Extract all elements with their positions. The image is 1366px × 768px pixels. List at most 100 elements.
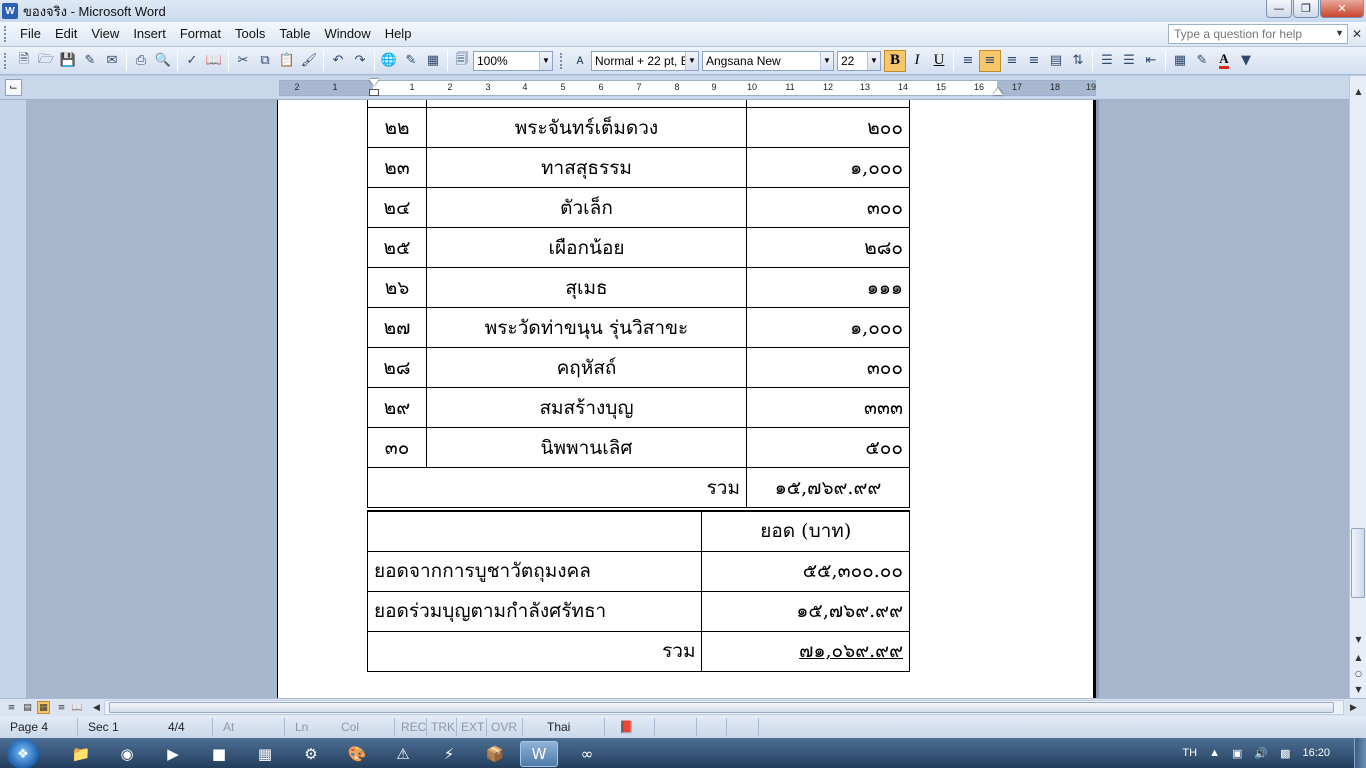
scroll-up-icon[interactable]: ▲ [1351, 84, 1366, 99]
help-search-input[interactable]: Type a question for help ▼ [1168, 24, 1348, 44]
new-document-icon[interactable]: 🗎 [13, 50, 35, 72]
underline-button[interactable]: U [928, 50, 950, 72]
menu-window[interactable]: Window [317, 24, 377, 44]
toolbar-grip[interactable] [4, 52, 7, 69]
explorer-icon[interactable]: 📁 [62, 741, 100, 767]
distributed-icon[interactable]: ▤ [1045, 50, 1067, 72]
warning-app-icon[interactable]: ⚠ [384, 741, 422, 767]
research-icon[interactable]: 📖 [203, 50, 225, 72]
tables-borders-icon[interactable]: ✎ [400, 50, 422, 72]
format-painter-icon[interactable]: 🖌 [298, 50, 320, 72]
status-trk[interactable]: TRK [427, 718, 457, 736]
app-icon[interactable]: ■ [200, 741, 238, 767]
hyperlink-icon[interactable]: 🌐 [378, 50, 400, 72]
network-icon[interactable]: ▩ [1280, 747, 1290, 760]
media-icon[interactable]: ▶ [154, 741, 192, 767]
browse-object-icon[interactable]: ○ [1351, 666, 1366, 681]
close-document-icon[interactable]: ✕ [1352, 27, 1362, 41]
status-ext[interactable]: EXT [457, 718, 487, 736]
chevron-down-icon[interactable]: ▼ [1335, 28, 1344, 38]
reading-view-icon[interactable]: 📖 [71, 701, 84, 714]
spelling-icon[interactable]: ✓ [181, 50, 203, 72]
toolbar-grip[interactable] [560, 52, 563, 69]
normal-view-icon[interactable]: ≡ [5, 701, 18, 714]
previous-page-icon[interactable]: ▲ [1351, 650, 1366, 665]
scroll-left-icon[interactable]: ◀ [90, 701, 103, 714]
tool-icon[interactable]: ⚙ [292, 741, 330, 767]
font-color-icon[interactable]: A [1213, 50, 1235, 72]
permission-icon[interactable]: ✎ [79, 50, 101, 72]
decrease-indent-icon[interactable]: ⇤ [1140, 50, 1162, 72]
language-indicator[interactable]: TH [1182, 747, 1197, 759]
chevron-down-icon[interactable]: ▼ [820, 51, 833, 70]
clock[interactable]: 16:20 [1302, 747, 1330, 759]
bullets-icon[interactable]: ☰ [1118, 50, 1140, 72]
chevron-down-icon[interactable]: ▼ [867, 51, 880, 70]
open-folder-icon[interactable]: 🗁 [35, 50, 57, 72]
menu-view[interactable]: View [84, 24, 126, 44]
right-indent-marker[interactable] [993, 88, 1003, 95]
menu-help[interactable]: Help [378, 24, 419, 44]
next-page-icon[interactable]: ▼ [1351, 682, 1366, 697]
remote-icon[interactable]: ∞ [568, 741, 606, 767]
insert-table-icon[interactable]: ▦ [422, 50, 444, 72]
spelling-status-icon[interactable]: 📕 [605, 718, 655, 736]
print-icon[interactable]: ⎙ [130, 50, 152, 72]
print-layout-icon[interactable]: ▦ [37, 701, 50, 714]
status-ovr[interactable]: OVR [487, 718, 523, 736]
copy-icon[interactable]: ⧉ [254, 50, 276, 72]
menu-table[interactable]: Table [272, 24, 317, 44]
word-app-icon[interactable]: W [2, 3, 18, 19]
print-preview-icon[interactable]: 🔍 [152, 50, 174, 72]
menu-insert[interactable]: Insert [126, 24, 173, 44]
line-spacing-icon[interactable]: ⇅ [1067, 50, 1089, 72]
save-icon[interactable]: 💾 [57, 50, 79, 72]
undo-icon[interactable]: ↶ [327, 50, 349, 72]
align-right-icon[interactable]: ≡ [1001, 50, 1023, 72]
cut-icon[interactable]: ✂ [232, 50, 254, 72]
scroll-down-icon[interactable]: ▼ [1351, 632, 1366, 647]
paste-icon[interactable]: 📋 [276, 50, 298, 72]
zoom-select[interactable]: 100% ▼ [473, 50, 553, 71]
document-page[interactable]: ๒๒ พระจันทร์เต็มดวง ๒๐๐ ๒๓ ทาสสุธรรม ๑,๐… [277, 100, 1096, 698]
menu-format[interactable]: Format [173, 24, 228, 44]
align-center-icon[interactable]: ≡ [979, 49, 1001, 72]
close-icon[interactable]: ✕ [1320, 0, 1364, 18]
horizontal-ruler[interactable]: 2 1 1 2 3 4 5 6 7 8 9 10 11 12 13 14 15 … [279, 79, 1096, 96]
scrollbar-thumb[interactable] [1351, 528, 1365, 598]
outline-view-icon[interactable]: ≡ [55, 701, 68, 714]
restore-icon[interactable]: ❐ [1293, 0, 1319, 18]
highlight-icon[interactable]: ✎ [1191, 50, 1213, 72]
tray-arrow-icon[interactable]: ▲ [1209, 747, 1220, 759]
word-icon[interactable]: W [520, 741, 558, 767]
web-view-icon[interactable]: ▤ [21, 701, 34, 714]
style-select[interactable]: Normal + 22 pt, E ▼ [591, 50, 699, 71]
start-button[interactable]: ❖ [7, 739, 39, 768]
scroll-right-icon[interactable]: ▶ [1347, 701, 1360, 714]
styles-formatting-icon[interactable]: ᴀ [569, 50, 591, 72]
device-icon[interactable]: ▣ [1232, 747, 1242, 760]
vertical-scrollbar[interactable]: ▲ ▼ ▲ ○ ▼ [1349, 76, 1366, 698]
menu-file[interactable]: File [13, 24, 48, 44]
minimize-icon[interactable]: — [1266, 0, 1292, 18]
font-size-select[interactable]: 22 ▼ [837, 50, 881, 71]
menubar-grip[interactable] [4, 26, 7, 42]
bold-button[interactable]: B [884, 49, 906, 72]
status-rec[interactable]: REC [395, 718, 427, 736]
justify-icon[interactable]: ≡ [1023, 50, 1045, 72]
toolbar-options-icon[interactable]: ▼ [1235, 50, 1257, 72]
status-page[interactable]: Page 4 [0, 718, 78, 736]
menu-edit[interactable]: Edit [48, 24, 84, 44]
email-icon[interactable]: ✉ [101, 50, 123, 72]
show-desktop-button[interactable] [1354, 738, 1366, 768]
flash-icon[interactable]: ⚡ [430, 741, 468, 767]
archive-icon[interactable]: 📦 [476, 741, 514, 767]
left-indent-marker[interactable] [369, 89, 379, 96]
volume-icon[interactable]: 🔊 [1254, 747, 1268, 760]
chevron-down-icon[interactable]: ▼ [539, 51, 552, 70]
menu-tools[interactable]: Tools [228, 24, 272, 44]
redo-icon[interactable]: ↷ [349, 50, 371, 72]
horizontal-scrollbar[interactable] [104, 700, 1344, 715]
tab-selector[interactable]: ⌙ [5, 79, 22, 96]
scrollbar-thumb[interactable] [109, 702, 1334, 713]
